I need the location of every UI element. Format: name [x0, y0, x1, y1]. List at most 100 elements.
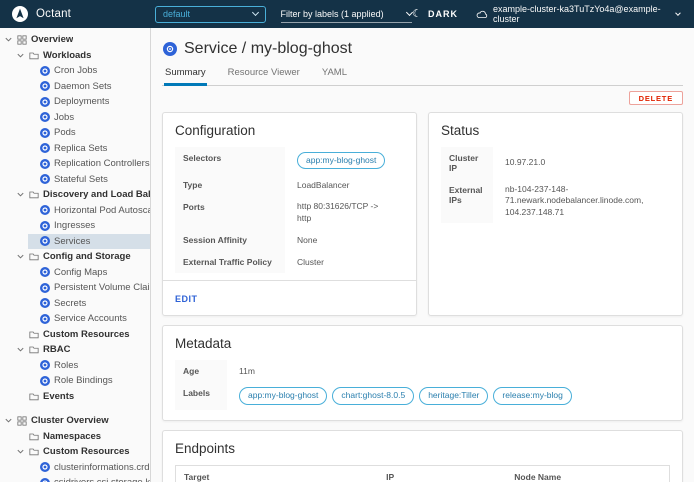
metadata-card: Metadata Age11mLabelsapp:my-blog-ghostch… [162, 325, 683, 420]
sidebar-item-label: Custom Resources [43, 329, 130, 340]
chevron-down-icon[interactable] [16, 51, 25, 60]
cloud-icon [476, 10, 488, 19]
delete-button[interactable]: DELETE [629, 91, 683, 105]
sidebar-item-services[interactable]: Services [28, 234, 150, 250]
sidebar-item-label: Cluster Overview [31, 415, 109, 426]
resource-icon [40, 283, 50, 293]
kv-row: Selectorsapp:my-blog-ghost [175, 147, 404, 174]
sidebar-item-service-accounts[interactable]: Service Accounts [0, 311, 150, 327]
chevron-down-icon[interactable] [16, 345, 25, 354]
sidebar-item-label: Config and Storage [43, 251, 131, 262]
sidebar-item-cluster-overview[interactable]: Cluster Overview [0, 413, 150, 429]
chevron-down-icon[interactable] [4, 35, 13, 44]
label-badge[interactable]: app:my-blog-ghost [297, 152, 385, 169]
sidebar-item-rbac[interactable]: RBAC [0, 342, 150, 358]
context-selector[interactable]: example-cluster-ka3TuTzYo4a@example-clus… [476, 4, 680, 24]
sidebar-item-clusterinformations-crd-projec[interactable]: clusterinformations.crd.projec [0, 460, 150, 476]
label-badge[interactable]: app:my-blog-ghost [239, 387, 327, 404]
folder-icon [29, 392, 39, 401]
resource-icon [40, 360, 50, 370]
sidebar-item-csidrivers-csi-storage-k8s-io[interactable]: csidrivers.csi.storage.k8s.io [0, 475, 150, 482]
sidebar-item-config-and-storage[interactable]: Config and Storage [0, 249, 150, 265]
namespace-select-value: default [163, 9, 190, 19]
chevron-down-icon[interactable] [16, 252, 25, 261]
sidebar-item-workloads[interactable]: Workloads [0, 48, 150, 64]
sidebar-item-label: Config Maps [54, 267, 107, 278]
kv-row: Portshttp 80:31626/TCP -> http [175, 196, 404, 229]
sidebar-item-daemon-sets[interactable]: Daemon Sets [0, 79, 150, 95]
sidebar-item-namespaces[interactable]: Namespaces [0, 429, 150, 445]
kv-value: Cluster [285, 251, 336, 273]
sidebar-item-jobs[interactable]: Jobs [0, 110, 150, 126]
sidebar-item-label: Jobs [54, 112, 74, 123]
folder-icon [29, 330, 39, 339]
sidebar-item-pods[interactable]: Pods [0, 125, 150, 141]
resource-icon [40, 376, 50, 386]
sidebar-item-role-bindings[interactable]: Role Bindings [0, 373, 150, 389]
sidebar-item-label: Workloads [43, 50, 91, 61]
sidebar-item-config-maps[interactable]: Config Maps [0, 265, 150, 281]
kv-row: Labelsapp:my-blog-ghostchart:ghost-8.0.5… [175, 382, 670, 409]
kv-value: app:my-blog-ghost chart:ghost-8.0.5 herita… [227, 382, 584, 409]
sidebar-item-label: Custom Resources [43, 446, 130, 457]
kv-value-text: http 80:31626/TCP -> http [297, 201, 392, 224]
resource-icon [40, 81, 50, 91]
sidebar-item-discovery-and-load-balancing[interactable]: Discovery and Load Balancing [0, 187, 150, 203]
sidebar-item-events[interactable]: Events [0, 389, 150, 405]
metadata-table: Age11mLabelsapp:my-blog-ghostchart:ghost… [175, 360, 670, 409]
endpoints-title: Endpoints [175, 441, 670, 456]
sidebar-item-ingresses[interactable]: Ingresses [0, 218, 150, 234]
tab-summary[interactable]: Summary [164, 67, 207, 86]
sidebar-item-replica-sets[interactable]: Replica Sets [0, 141, 150, 157]
column-header-target: Target [176, 466, 378, 482]
sidebar-item-custom-resources[interactable]: Custom Resources [0, 444, 150, 460]
sidebar-item-custom-resources[interactable]: Custom Resources [0, 327, 150, 343]
endpoints-table-wrap: TargetIPNode Name my-blog-ghost-77df85c6… [175, 465, 670, 482]
sidebar-item-overview[interactable]: Overview [0, 32, 150, 48]
sidebar-item-label: Role Bindings [54, 375, 113, 386]
label-badge[interactable]: chart:ghost-8.0.5 [332, 387, 414, 404]
sidebar-item-horizontal-pod-autoscalers[interactable]: Horizontal Pod Autoscalers [0, 203, 150, 219]
sidebar-item-label: Daemon Sets [54, 81, 112, 92]
label-filter-text: Filter by labels (1 applied) [281, 9, 384, 19]
status-table: Cluster IP10.97.21.0External IPsnb-104-2… [441, 147, 670, 223]
edit-link[interactable]: EDIT [175, 294, 198, 304]
sidebar-item-stateful-sets[interactable]: Stateful Sets [0, 172, 150, 188]
main-content: Service / my-blog-ghost SummaryResource … [151, 28, 694, 482]
label-badge[interactable]: heritage:Tiller [419, 387, 488, 404]
sidebar-item-secrets[interactable]: Secrets [0, 296, 150, 312]
kv-label: External IPs [441, 179, 493, 223]
tab-resource-viewer[interactable]: Resource Viewer [227, 67, 301, 85]
sidebar-item-label: Ingresses [54, 220, 95, 231]
status-card: Status Cluster IP10.97.21.0External IPsn… [428, 112, 683, 316]
resource-icon [40, 236, 50, 246]
configuration-table: Selectorsapp:my-blog-ghostType LoadBalanc… [175, 147, 404, 273]
chevron-down-icon[interactable] [16, 447, 25, 456]
configuration-title: Configuration [175, 123, 404, 138]
kv-label: Type [175, 174, 285, 196]
sidebar-item-replication-controllers[interactable]: Replication Controllers [0, 156, 150, 172]
kv-value-text: LoadBalancer [297, 180, 349, 191]
resource-icon [40, 205, 50, 215]
sidebar-item-label: RBAC [43, 344, 70, 355]
sidebar-item-roles[interactable]: Roles [0, 358, 150, 374]
tab-yaml[interactable]: YAML [321, 67, 348, 85]
kv-value: 11m [227, 360, 267, 382]
folder-icon [29, 432, 39, 441]
kv-value-text: Cluster [297, 257, 324, 268]
kv-value-text: nb-104-237-148-71.newark.nodebalancer.li… [505, 184, 658, 218]
sidebar-item-label: Namespaces [43, 431, 101, 442]
sidebar-item-persistent-volume-claims[interactable]: Persistent Volume Claims [0, 280, 150, 296]
sidebar-item-label: csidrivers.csi.storage.k8s.io [54, 477, 150, 482]
namespace-select[interactable]: default [155, 6, 266, 23]
kv-row: External IPs nb-104-237-148-71.newark.nod… [441, 179, 670, 223]
label-filter[interactable]: Filter by labels (1 applied) [281, 9, 413, 23]
kv-row: Type LoadBalancer [175, 174, 404, 196]
label-badge[interactable]: release:my-blog [493, 387, 571, 404]
sidebar-item-cron-jobs[interactable]: Cron Jobs [0, 63, 150, 79]
sidebar-item-deployments[interactable]: Deployments [0, 94, 150, 110]
theme-toggle[interactable]: ☾ DARK [412, 9, 458, 20]
sidebar-item-label: clusterinformations.crd.projec [54, 462, 150, 473]
chevron-down-icon[interactable] [4, 416, 13, 425]
chevron-down-icon[interactable] [16, 190, 25, 199]
